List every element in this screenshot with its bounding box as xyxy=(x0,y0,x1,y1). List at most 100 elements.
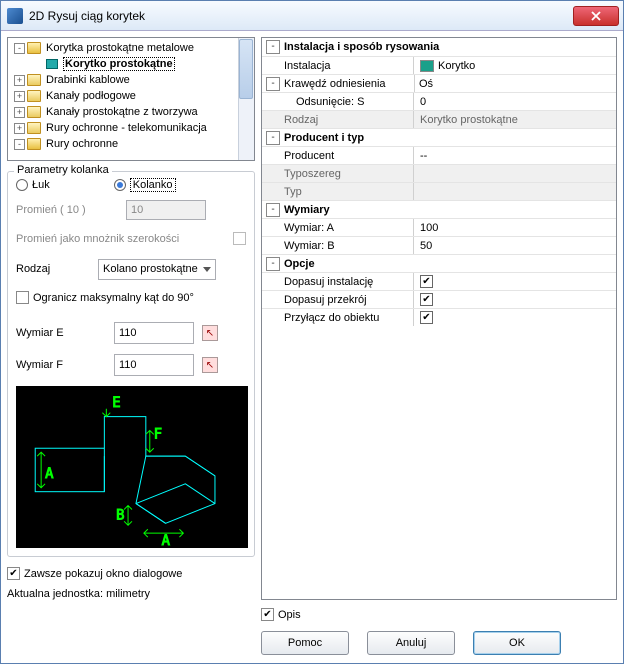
tree-row[interactable]: - Rury ochronne xyxy=(10,136,252,152)
pg-subsection[interactable]: - Krawędź odniesienia Oś xyxy=(262,74,616,92)
tree-row[interactable]: Korytko prostokątne xyxy=(10,56,252,72)
pg-val[interactable] xyxy=(414,273,616,290)
limit90-label: Ogranicz maksymalny kąt do 90° xyxy=(33,292,194,304)
limit90-checkbox[interactable] xyxy=(16,291,29,304)
checkbox-icon[interactable] xyxy=(420,311,433,324)
tree-toggle-icon[interactable]: - xyxy=(14,139,25,150)
tree-row[interactable]: + Rury ochronne - telekomunikacja xyxy=(10,120,252,136)
tree-scrollbar[interactable] xyxy=(238,38,254,160)
pg-row-wymiar-b[interactable]: Wymiar: B 50 xyxy=(262,236,616,254)
pg-key: Przyłącz do obiektu xyxy=(262,309,414,326)
pg-row-rodzaj: Rodzaj Korytko prostokątne xyxy=(262,110,616,128)
right-pane: - Instalacja i sposób rysowania Instalac… xyxy=(261,37,617,657)
help-button[interactable]: Pomoc xyxy=(261,631,349,655)
pg-section[interactable]: - Producent i typ xyxy=(262,128,616,146)
radius-row: Promień ( 10 ) xyxy=(16,198,246,222)
pg-val xyxy=(414,183,616,200)
dim-f-label: Wymiar F xyxy=(16,359,106,371)
pg-key: Rodzaj xyxy=(262,111,414,128)
pg-row-typoszereg: Typoszereg xyxy=(262,164,616,182)
dim-f-row: Wymiar F ↖ xyxy=(16,352,246,378)
always-show-checkbox[interactable] xyxy=(7,567,20,580)
close-button[interactable] xyxy=(573,6,619,26)
titlebar: 2D Rysuj ciąg korytek xyxy=(1,1,623,31)
pg-row-offset[interactable]: Odsunięcie: S 0 xyxy=(262,92,616,110)
pg-key: Instalacja xyxy=(262,57,414,74)
svg-text:F: F xyxy=(154,426,162,442)
pg-val-text[interactable]: Oś xyxy=(414,75,616,92)
collapse-icon[interactable]: - xyxy=(266,40,280,54)
pick-point-icon[interactable]: ↖ xyxy=(202,357,218,373)
pg-key: Krawędź odniesienia xyxy=(284,78,414,90)
tree-row[interactable]: + Kanały podłogowe xyxy=(10,88,252,104)
pg-section-title: Opcje xyxy=(284,258,315,270)
pg-row-dopasuj-instalacje[interactable]: Dopasuj instalację xyxy=(262,272,616,290)
opis-checkbox[interactable] xyxy=(261,608,274,621)
dim-f-input[interactable] xyxy=(114,354,194,376)
radio-elbow[interactable]: Kolanko xyxy=(114,178,176,192)
kind-label: Rodzaj xyxy=(16,263,98,275)
tree-row[interactable]: + Kanały prostokątne z tworzywa xyxy=(10,104,252,120)
svg-text:A: A xyxy=(45,466,54,482)
ok-button[interactable]: OK xyxy=(473,631,561,655)
elbow-params-group: Parametry kolanka Łuk Kolanko Promień ( … xyxy=(7,171,255,557)
pg-val[interactable] xyxy=(414,291,616,308)
pg-key: Dopasuj instalację xyxy=(262,273,414,290)
always-show-label: Zawsze pokazuj okno dialogowe xyxy=(24,568,182,580)
collapse-icon[interactable]: - xyxy=(266,77,280,91)
multiplier-row: Promień jako mnożnik szerokości xyxy=(16,232,246,245)
tree-toggle-icon[interactable]: + xyxy=(14,91,25,102)
scrollbar-thumb[interactable] xyxy=(239,39,253,99)
collapse-icon[interactable]: - xyxy=(266,257,280,271)
collapse-icon[interactable]: - xyxy=(266,203,280,217)
multiplier-checkbox xyxy=(233,232,246,245)
pg-val[interactable]: 50 xyxy=(414,237,616,254)
left-pane: - Korytka prostokątne metalowe Korytko p… xyxy=(7,37,255,657)
pg-val[interactable]: 100 xyxy=(414,219,616,236)
radio-row: Łuk Kolanko xyxy=(16,178,246,192)
pg-section[interactable]: - Instalacja i sposób rysowania xyxy=(262,38,616,56)
pg-val[interactable] xyxy=(414,309,616,326)
tree-toggle-icon[interactable]: + xyxy=(14,107,25,118)
type-tree[interactable]: - Korytka prostokątne metalowe Korytko p… xyxy=(7,37,255,161)
opis-row[interactable]: Opis xyxy=(261,608,617,621)
pg-key: Wymiar: B xyxy=(262,237,414,254)
kind-select[interactable]: Kolano prostokątne xyxy=(98,259,216,280)
limit90-row[interactable]: Ogranicz maksymalny kąt do 90° xyxy=(16,291,246,304)
unit-text: Aktualna jednostka: milimetry xyxy=(7,588,255,600)
pg-section[interactable]: - Opcje xyxy=(262,254,616,272)
pg-val[interactable]: -- xyxy=(414,147,616,164)
pg-row-dopasuj-przekroj[interactable]: Dopasuj przekrój xyxy=(262,290,616,308)
multiplier-label: Promień jako mnożnik szerokości xyxy=(16,233,179,245)
checkbox-icon[interactable] xyxy=(420,293,433,306)
dim-e-input[interactable] xyxy=(114,322,194,344)
collapse-icon[interactable]: - xyxy=(266,131,280,145)
tree-label: Kanały podłogowe xyxy=(46,90,136,102)
tree-label-selected: Korytko prostokątne xyxy=(63,57,175,71)
tree-toggle-icon[interactable]: - xyxy=(14,43,25,54)
pg-row-instalacja[interactable]: Instalacja Korytko xyxy=(262,56,616,74)
property-grid[interactable]: - Instalacja i sposób rysowania Instalac… xyxy=(261,37,617,600)
always-show-row[interactable]: Zawsze pokazuj okno dialogowe xyxy=(7,567,255,580)
pg-val[interactable]: Korytko xyxy=(414,57,616,74)
tree-row[interactable]: + Drabinki kablowe xyxy=(10,72,252,88)
pg-row-wymiar-a[interactable]: Wymiar: A 100 xyxy=(262,218,616,236)
tree-toggle-icon[interactable]: + xyxy=(14,75,25,86)
pg-row-producent[interactable]: Producent -- xyxy=(262,146,616,164)
radio-arc[interactable]: Łuk xyxy=(16,179,50,191)
tree-toggle-icon[interactable]: + xyxy=(14,123,25,134)
pg-section[interactable]: - Wymiary xyxy=(262,200,616,218)
tree-label: Kanały prostokątne z tworzywa xyxy=(46,106,198,118)
dim-e-row: Wymiar E ↖ xyxy=(16,320,246,346)
cancel-button[interactable]: Anuluj xyxy=(367,631,455,655)
pg-row-przylacz[interactable]: Przyłącz do obiektu xyxy=(262,308,616,326)
pg-key: Dopasuj przekrój xyxy=(262,291,414,308)
checkbox-icon[interactable] xyxy=(420,275,433,288)
pick-point-icon[interactable]: ↖ xyxy=(202,325,218,341)
tree-row[interactable]: - Korytka prostokątne metalowe xyxy=(10,40,252,56)
tree-label: Korytka prostokątne metalowe xyxy=(46,42,194,54)
color-swatch-icon xyxy=(420,60,434,72)
tray-item-icon xyxy=(46,59,58,69)
folder-closed-icon xyxy=(27,90,41,102)
pg-val[interactable]: 0 xyxy=(414,93,616,110)
